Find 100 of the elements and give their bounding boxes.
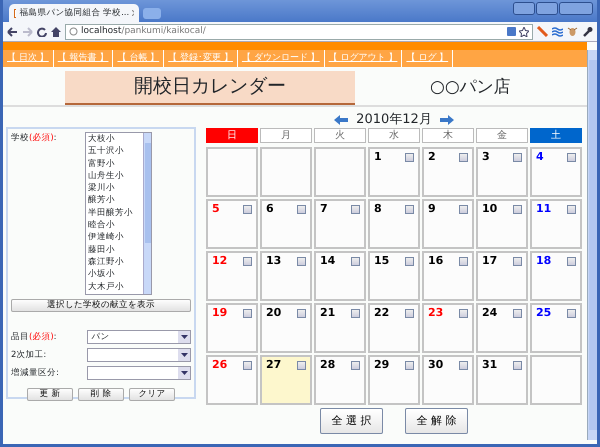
- list-option[interactable]: 小坂小: [86, 268, 143, 281]
- list-option[interactable]: 醸芳小: [86, 194, 143, 207]
- day-cell[interactable]: 5: [206, 199, 258, 249]
- day-cell[interactable]: 13: [260, 251, 312, 301]
- checkbox[interactable]: [243, 361, 252, 370]
- checkbox[interactable]: [459, 205, 468, 214]
- back-icon[interactable]: [7, 26, 18, 36]
- show-menu-button[interactable]: 選択した学校の献立を表示: [11, 299, 191, 312]
- action-button[interactable]: 全 選 択: [320, 408, 383, 434]
- checkbox[interactable]: [243, 257, 252, 266]
- minimize-button[interactable]: [513, 2, 535, 15]
- checkbox[interactable]: [513, 257, 522, 266]
- list-option[interactable]: 富野小: [86, 158, 143, 170]
- list-option[interactable]: 大木戸小: [86, 280, 143, 293]
- list-option[interactable]: 睦合小: [86, 219, 143, 232]
- previous-arrow-icon[interactable]: [334, 114, 348, 124]
- day-cell[interactable]: 21: [314, 303, 366, 353]
- maximize-button[interactable]: [536, 2, 558, 15]
- checkbox[interactable]: [567, 257, 576, 266]
- list-option[interactable]: 伊達崎小: [86, 231, 143, 244]
- checkbox[interactable]: [297, 257, 306, 266]
- day-cell[interactable]: 2: [422, 147, 474, 197]
- next-arrow-icon[interactable]: [440, 114, 454, 124]
- checkbox[interactable]: [513, 153, 522, 162]
- checkbox[interactable]: [405, 205, 414, 214]
- list-option[interactable]: 梁川小: [86, 182, 143, 194]
- day-cell[interactable]: 16: [422, 251, 474, 301]
- action-button[interactable]: 削 除: [78, 388, 124, 401]
- action-button[interactable]: クリア: [129, 388, 175, 401]
- pencil-icon[interactable]: [537, 26, 548, 37]
- checkbox[interactable]: [567, 309, 576, 318]
- dropdown-caret-icon[interactable]: [178, 367, 190, 379]
- school-list[interactable]: 大枝小 五十沢小 富野小 山舟生小 梁川小 醸芳小 半田醸芳小 睦合小 伊達崎小 藤田小 森江野小 小坂小 大木戸小: [85, 132, 152, 295]
- checkbox[interactable]: [459, 309, 468, 318]
- day-cell[interactable]: 8: [368, 199, 420, 249]
- day-cell[interactable]: 9: [422, 199, 474, 249]
- checkbox[interactable]: [297, 361, 306, 370]
- new-tab-button[interactable]: [143, 8, 161, 19]
- day-cell[interactable]: 24: [476, 303, 528, 353]
- checkbox[interactable]: [513, 361, 522, 370]
- checkbox[interactable]: [405, 153, 414, 162]
- dropdown[interactable]: パン: [87, 330, 191, 344]
- star-icon[interactable]: [519, 26, 529, 36]
- day-cell[interactable]: 3: [476, 147, 528, 197]
- checkbox[interactable]: [459, 361, 468, 370]
- day-cell[interactable]: 15: [368, 251, 420, 301]
- list-option[interactable]: 五十沢小: [86, 145, 143, 158]
- list-option[interactable]: 藤田小: [86, 244, 143, 256]
- close-button[interactable]: [559, 2, 593, 15]
- checkbox[interactable]: [351, 309, 360, 318]
- checkbox[interactable]: [351, 205, 360, 214]
- waves-icon[interactable]: [552, 26, 563, 36]
- day-cell[interactable]: 23: [422, 303, 474, 353]
- checkbox[interactable]: [513, 205, 522, 214]
- list-option[interactable]: 半田醸芳小: [86, 206, 143, 220]
- day-cell[interactable]: 7: [314, 199, 366, 249]
- checkbox[interactable]: [405, 309, 414, 318]
- list-option[interactable]: 森江野小: [86, 256, 143, 268]
- action-button[interactable]: 更 新: [27, 388, 73, 401]
- day-cell[interactable]: 25: [530, 303, 582, 353]
- home-icon[interactable]: [51, 26, 61, 36]
- checkbox[interactable]: [405, 361, 414, 370]
- day-cell[interactable]: 14: [314, 251, 366, 301]
- checkbox[interactable]: [567, 153, 576, 162]
- day-cell[interactable]: 22: [368, 303, 420, 353]
- day-cell[interactable]: 4: [530, 147, 582, 197]
- day-cell[interactable]: 28: [314, 355, 366, 405]
- reload-icon[interactable]: [37, 26, 47, 36]
- day-cell[interactable]: 6: [260, 199, 312, 249]
- extension-icon[interactable]: [507, 26, 516, 36]
- day-cell[interactable]: 30: [422, 355, 474, 405]
- forward-icon[interactable]: [22, 26, 33, 36]
- checkbox[interactable]: [459, 153, 468, 162]
- browser-tab[interactable]: 福島県パン協同組合 学校...: [9, 4, 139, 22]
- bug-icon[interactable]: [567, 26, 578, 37]
- day-cell[interactable]: 10: [476, 199, 528, 249]
- settings-icon[interactable]: [582, 26, 593, 37]
- checkbox[interactable]: [243, 205, 252, 214]
- checkbox[interactable]: [351, 257, 360, 266]
- list-option[interactable]: 山舟生小: [86, 170, 143, 182]
- day-cell[interactable]: 27: [260, 355, 312, 405]
- checkbox[interactable]: [513, 309, 522, 318]
- checkbox[interactable]: [297, 309, 306, 318]
- day-cell[interactable]: 26: [206, 355, 258, 405]
- day-cell[interactable]: 11: [530, 199, 582, 249]
- day-cell[interactable]: 19: [206, 303, 258, 353]
- action-button[interactable]: 全 解 除: [405, 408, 468, 434]
- day-cell[interactable]: 20: [260, 303, 312, 353]
- checkbox[interactable]: [351, 361, 360, 370]
- day-cell[interactable]: 1: [368, 147, 420, 197]
- checkbox[interactable]: [243, 309, 252, 318]
- day-cell[interactable]: 31: [476, 355, 528, 405]
- day-cell[interactable]: 12: [206, 251, 258, 301]
- list-option[interactable]: 大枝小: [86, 133, 143, 146]
- address-field[interactable]: localhost/pankumi/kaikocal/: [65, 24, 533, 40]
- day-cell[interactable]: 29: [368, 355, 420, 405]
- day-cell[interactable]: 17: [476, 251, 528, 301]
- checkbox[interactable]: [459, 257, 468, 266]
- checkbox[interactable]: [567, 205, 576, 214]
- checkbox[interactable]: [405, 257, 414, 266]
